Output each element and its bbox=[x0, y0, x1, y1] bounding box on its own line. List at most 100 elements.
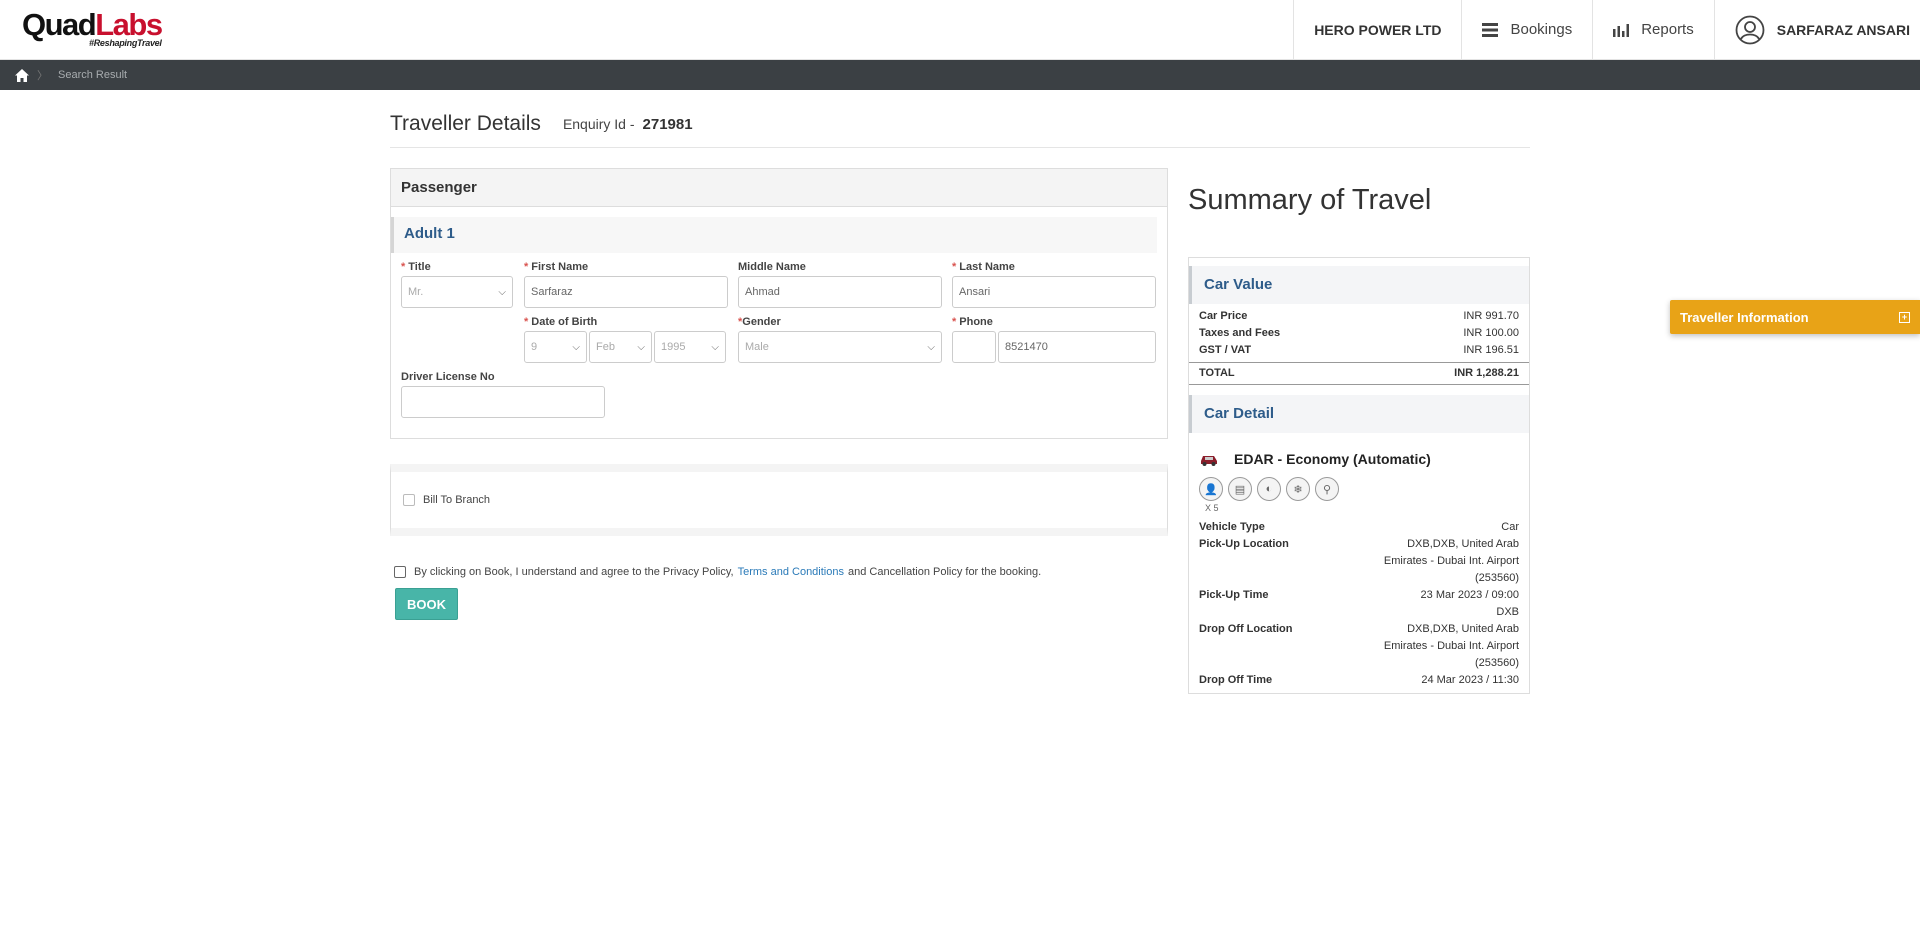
air-conditioning-icon: ❄ bbox=[1286, 477, 1310, 501]
enquiry-value: 271981 bbox=[642, 116, 693, 133]
chevron-down-icon: ⌵ bbox=[572, 341, 580, 353]
bar-chart-icon bbox=[1613, 23, 1630, 37]
passenger-heading: Passenger bbox=[391, 169, 1167, 207]
nav-bookings[interactable]: Bookings bbox=[1461, 0, 1592, 59]
user-name: SARFARAZ ANSARI bbox=[1776, 21, 1910, 38]
car-name: EDAR - Economy (Automatic) bbox=[1234, 451, 1431, 467]
seat-icon: ◐ bbox=[1257, 477, 1281, 501]
nav-bookings-label: Bookings bbox=[1510, 21, 1573, 38]
license-label: Driver License No bbox=[401, 371, 495, 383]
luggage-icon: ▤ bbox=[1228, 477, 1252, 501]
nav-reports[interactable]: Reports bbox=[1592, 0, 1714, 59]
car-detail-list: Vehicle Type Car Pick-Up Location DXB,DXB,… bbox=[1189, 519, 1529, 693]
total-row: TOTAL INR 1,288.21 bbox=[1189, 362, 1529, 385]
detail-row: Drop Off Time 24 Mar 2023 / 11:30 bbox=[1199, 674, 1519, 686]
agreement-row: By clicking on Book, I understand and ag… bbox=[390, 566, 1168, 578]
phone-input[interactable]: 8521470 bbox=[998, 331, 1156, 363]
last-name-field: * Last Name Ansari bbox=[952, 261, 1156, 308]
last-name-label: Last Name bbox=[959, 261, 1015, 273]
summary-title: Summary of Travel bbox=[1188, 184, 1432, 216]
gender-field: *Gender Male ⌵ bbox=[738, 316, 942, 363]
company-name: HERO POWER LTD bbox=[1293, 0, 1461, 59]
price-row: Car Price INR 991.70 bbox=[1199, 310, 1519, 322]
bill-to-branch-row: Bill To Branch bbox=[390, 464, 1168, 536]
last-name-input[interactable]: Ansari bbox=[952, 276, 1156, 308]
car-title: EDAR - Economy (Automatic) bbox=[1189, 433, 1529, 477]
middle-name-input[interactable]: Ahmad bbox=[738, 276, 942, 308]
license-input[interactable] bbox=[401, 386, 605, 418]
book-button[interactable]: BOOK bbox=[395, 588, 458, 620]
first-name-input[interactable]: Sarfaraz bbox=[524, 276, 728, 308]
first-name-field: * First Name Sarfaraz bbox=[524, 261, 728, 308]
nav-reports-label: Reports bbox=[1641, 21, 1694, 38]
enquiry-label: Enquiry Id - bbox=[562, 116, 635, 132]
summary-panel: Summary of Travel Car Value Car Price INR… bbox=[1188, 184, 1530, 694]
transmission-icon: ⚲ bbox=[1315, 477, 1339, 501]
chevron-down-icon: ⌵ bbox=[711, 341, 719, 353]
detail-row: Pick-Up Time 23 Mar 2023 / 09:00 DXB bbox=[1199, 589, 1519, 618]
passenger-fields: * Title Mr. ⌵ * First Name Sarfaraz Middle … bbox=[391, 253, 1167, 438]
terms-link[interactable]: Terms and Conditions bbox=[738, 566, 844, 578]
price-list: Car Price INR 991.70 Taxes and Fees INR 10… bbox=[1189, 308, 1529, 385]
detail-row: Vehicle Type Car bbox=[1199, 521, 1519, 533]
summary-card: Car Value Car Price INR 991.70 Taxes and … bbox=[1188, 257, 1530, 694]
passenger-icon: 👤 bbox=[1199, 477, 1223, 501]
title-label: Title bbox=[408, 261, 431, 273]
user-avatar-icon bbox=[1735, 15, 1765, 44]
phone-label: Phone bbox=[959, 316, 993, 328]
dob-month-select[interactable]: Feb ⌵ bbox=[589, 331, 652, 363]
price-row: Taxes and Fees INR 100.00 bbox=[1199, 327, 1519, 339]
agreement-prefix: By clicking on Book, I understand and ag… bbox=[414, 566, 734, 578]
expand-icon: + bbox=[1899, 311, 1910, 323]
main-content: Traveller Details Enquiry Id - 271981 Pas… bbox=[390, 90, 1530, 694]
page-header: Traveller Details Enquiry Id - 271981 bbox=[390, 90, 1530, 148]
chevron-down-icon: ⌵ bbox=[927, 341, 935, 353]
page-title: Traveller Details bbox=[390, 112, 541, 135]
detail-row: Pick-Up Location DXB,DXB, United Arab Emi… bbox=[1199, 538, 1519, 584]
traveller-information-tab[interactable]: Traveller Information + bbox=[1670, 300, 1920, 334]
dob-year-select[interactable]: 1995 ⌵ bbox=[654, 331, 726, 363]
user-menu[interactable]: SARFARAZ ANSARI bbox=[1713, 0, 1920, 59]
bill-to-branch-label: Bill To Branch bbox=[423, 494, 491, 506]
logo-accent: Labs bbox=[95, 7, 163, 42]
agreement-suffix: and Cancellation Policy for the booking. bbox=[847, 566, 1042, 578]
enquiry-id: Enquiry Id - 271981 bbox=[563, 116, 693, 133]
chevron-right-icon: 〉 bbox=[37, 70, 48, 82]
title-select[interactable]: Mr. ⌵ bbox=[401, 276, 513, 308]
car-features: 👤 ▤ ◐ ❄ ⚲ bbox=[1189, 477, 1529, 501]
top-header: QuadLabs #ReshapingTravel HERO POWER LTD… bbox=[0, 0, 1920, 60]
dob-day-select[interactable]: 9 ⌵ bbox=[524, 331, 587, 363]
car-value-heading: Car Value bbox=[1189, 266, 1529, 304]
middle-name-field: Middle Name Ahmad bbox=[738, 261, 942, 308]
dob-label: Date of Birth bbox=[531, 316, 598, 328]
quadlabs-logo[interactable]: QuadLabs #ReshapingTravel bbox=[22, 7, 163, 48]
menu-icon bbox=[1482, 22, 1499, 37]
middle-name-label: Middle Name bbox=[738, 261, 806, 273]
chevron-down-icon: ⌵ bbox=[498, 286, 506, 298]
first-name-label: First Name bbox=[531, 261, 589, 273]
agree-checkbox[interactable] bbox=[394, 566, 406, 578]
bill-to-branch-checkbox[interactable] bbox=[403, 494, 415, 506]
passenger-panel: Passenger Adult 1 * Title Mr. ⌵ * First Nam… bbox=[390, 168, 1168, 439]
gender-select[interactable]: Male ⌵ bbox=[738, 331, 942, 363]
chevron-down-icon: ⌵ bbox=[637, 341, 645, 353]
passenger-count: X 5 bbox=[1205, 503, 1219, 513]
phone-code-input[interactable] bbox=[952, 331, 996, 363]
traveller-form: Passenger Adult 1 * Title Mr. ⌵ * First Nam… bbox=[390, 168, 1168, 620]
car-detail-heading: Car Detail bbox=[1189, 395, 1529, 433]
detail-row: Drop Off Location DXB,DXB, United Arab Em… bbox=[1199, 623, 1519, 669]
top-nav: HERO POWER LTD Bookings Reports SARFARAZ… bbox=[1293, 0, 1920, 59]
title-field: * Title Mr. ⌵ bbox=[401, 261, 513, 308]
license-field: Driver License No bbox=[401, 371, 605, 418]
dob-field: * Date of Birth 9 ⌵ Feb ⌵ 1995 ⌵ bbox=[524, 316, 728, 363]
phone-field: * Phone 8521470 bbox=[952, 316, 1156, 363]
logo-main: Quad bbox=[22, 7, 97, 42]
adult-heading: Adult 1 bbox=[391, 217, 1157, 253]
gender-label: Gender bbox=[742, 316, 781, 328]
price-row: GST / VAT INR 196.51 bbox=[1199, 344, 1519, 356]
home-icon[interactable] bbox=[15, 68, 29, 82]
breadcrumb: 〉 Search Result bbox=[0, 60, 1920, 90]
breadcrumb-current: Search Result bbox=[58, 69, 128, 81]
traveller-information-label: Traveller Information bbox=[1680, 309, 1809, 325]
car-icon bbox=[1201, 456, 1217, 466]
